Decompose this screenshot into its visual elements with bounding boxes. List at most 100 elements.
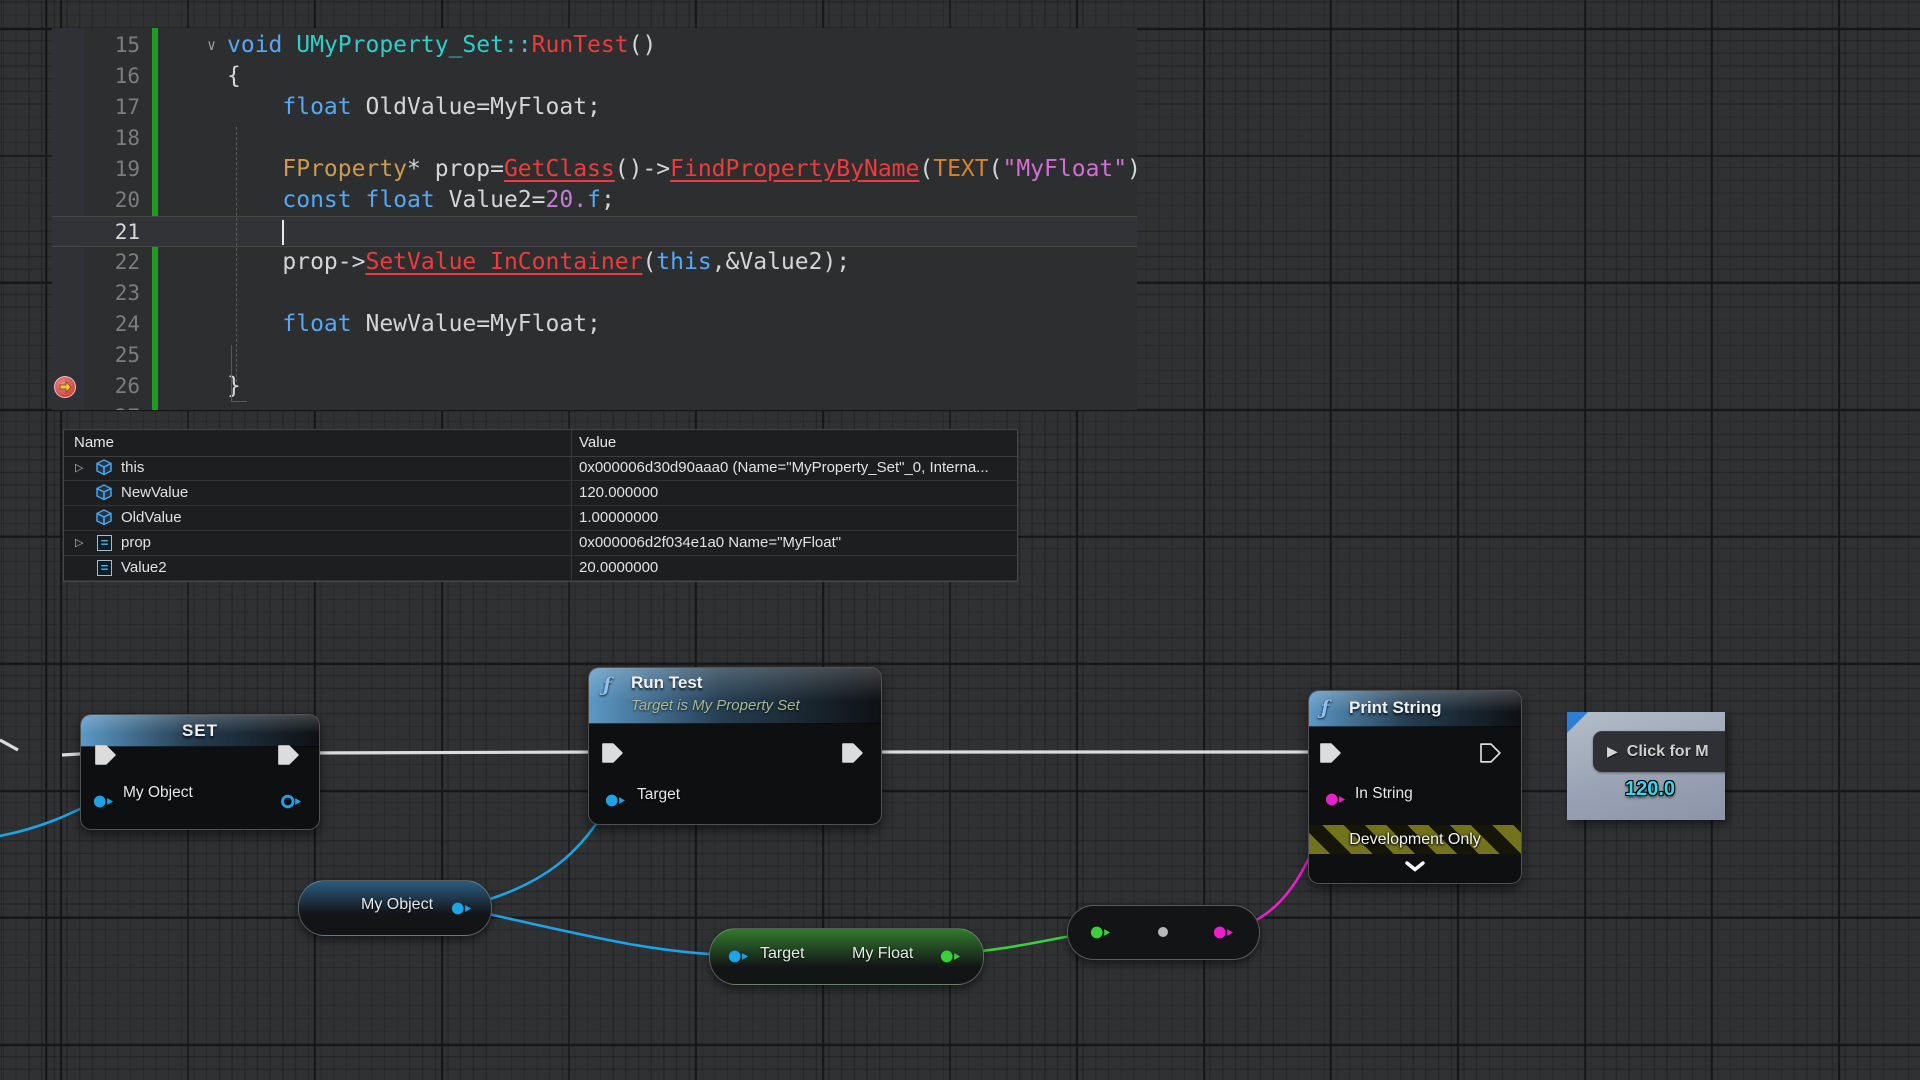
target-input-label: Target [637,786,680,804]
exec-wire-edge-stub [0,740,18,750]
code-line: 20 const float Value2=20.f; [52,185,1137,216]
line-number: 27 [52,402,140,410]
watch-variable-name: NewValue [121,484,188,501]
exec-out-pin[interactable] [277,745,301,765]
debugger-watch-panel[interactable]: Name Value ▷ this 0x000006d30d90aaa0 (Name… [63,429,1018,582]
code-line: 17 float OldValue=MyFloat; [52,92,1137,123]
value-equals-icon: = [97,560,112,576]
exec-out-pin[interactable] [841,743,865,763]
my-object-output-pin[interactable] [449,900,475,917]
debug-watch-value: 120.0 [1625,778,1675,801]
watch-variable-name: this [121,459,144,476]
code-line: 27 [52,402,1137,410]
my-object-input-label: My Object [123,784,193,802]
code-text: FProperty* prop=GetClass()->FindProperty… [227,154,1137,185]
string-output-pin[interactable] [1211,924,1237,941]
watch-variable-name: OldValue [121,509,182,526]
watch-variable-value: 1.00000000 [579,509,658,526]
code-text: const float Value2=20.f; [227,185,615,216]
development-only-banner: Development Only [1309,825,1521,854]
target-input-pin[interactable] [603,792,629,809]
click-for-more-label: Click for M [1627,743,1709,761]
line-number: 22 [52,247,140,278]
line-number: 23 [52,278,140,309]
run-test-subtitle: Target is My Property Set [631,697,800,714]
ellipsis-dot-icon [1158,927,1168,937]
code-line: 25 [52,340,1137,371]
execution-pointer-icon[interactable] [54,376,76,398]
expander-icon[interactable]: ▷ [75,461,83,474]
float-input-pin[interactable] [1088,924,1114,941]
code-text: prop->SetValue_InContainer(this,&Value2)… [227,247,850,278]
code-line: 23 [52,278,1137,309]
my-float-output-pin[interactable] [938,948,964,965]
set-node-header: SET [81,715,319,747]
watch-row[interactable]: NewValue 120.000000 [64,481,1017,506]
run-test-node[interactable]: ƒ Run Test Target is My Property Set Tar… [588,667,882,825]
code-line: 16{ [52,61,1137,92]
debug-value-popup[interactable]: ▶ Click for M 120.0 [1567,712,1725,820]
code-line: 26} [52,371,1137,402]
watch-row[interactable]: ▷=prop0x000006d2f034e1a0 Name="MyFloat" [64,531,1017,556]
my-float-output-label: My Float [852,945,913,963]
code-text: ∨void UMyProperty_Set::RunTest() [227,30,656,63]
code-text: float NewValue=MyFloat; [227,309,601,340]
watch-column-value[interactable]: Value [579,434,616,451]
object-cube-icon [95,484,113,505]
my-object-getter-label: My Object [361,896,433,914]
target-input-pin[interactable] [726,948,752,965]
code-editor-panel[interactable]: 15∨void UMyProperty_Set::RunTest()16{17 … [52,28,1137,410]
line-number: 24 [52,309,140,340]
exec-in-pin[interactable] [1319,743,1343,763]
object-wire-myobject-to-myfloat [466,909,734,955]
my-object-getter-node[interactable]: My Object [298,880,492,936]
in-string-input-label: In String [1355,785,1413,803]
expander-icon[interactable]: ▷ [75,536,83,549]
float-to-string-convert-node[interactable] [1067,905,1260,960]
line-number: 25 [52,340,140,371]
object-cube-icon [95,459,113,480]
target-input-label: Target [760,945,804,963]
my-object-input-pin[interactable] [91,793,117,810]
blueprint-graph-canvas[interactable]: SET My Object ƒ Run Test Target is My Pr… [0,0,1920,1080]
watch-row[interactable]: OldValue 1.00000000 [64,506,1017,531]
code-line: 19 FProperty* prop=GetClass()->FindPrope… [52,154,1137,185]
value-equals-icon: = [97,535,112,551]
line-number: 18 [52,123,140,154]
exec-out-pin[interactable] [1479,743,1503,763]
line-number: 16 [52,61,140,92]
click-for-more-button[interactable]: ▶ Click for M [1593,731,1725,772]
watch-variable-value: 0x000006d30d90aaa0 (Name="MyProperty_Set… [579,459,989,476]
exec-in-pin[interactable] [601,743,625,763]
print-string-title: Print String [1349,698,1442,718]
set-node[interactable]: SET My Object [80,714,320,830]
exec-wire-set-to-runtest [296,752,604,753]
watch-row[interactable]: ▷ this 0x000006d30d90aaa0 (Name="MyPropert… [64,456,1017,481]
watch-variable-name: Value2 [121,559,167,576]
code-line: 22 prop->SetValue_InContainer(this,&Valu… [52,247,1137,278]
code-line: 24 float NewValue=MyFloat; [52,309,1137,340]
watch-variable-value: 20.0000000 [579,559,658,576]
my-object-output-pin[interactable] [279,793,305,810]
function-icon: ƒ [603,674,611,696]
line-number: 19 [52,154,140,185]
watch-variable-value: 120.000000 [579,484,658,501]
scope-end-guide [231,345,247,402]
in-string-input-pin[interactable] [1323,791,1349,808]
watch-row[interactable]: = Value2 20.0000000 [64,556,1017,581]
set-node-title: SET [81,715,319,747]
collapse-chevron-icon[interactable] [1405,861,1425,872]
watch-header-row: Name Value [64,430,1017,457]
watch-column-name[interactable]: Name [74,434,114,451]
function-icon: ƒ [1321,697,1329,719]
line-number: 20 [52,185,140,216]
line-number: 21 [52,217,140,248]
my-float-getter-node[interactable]: Target My Float [709,928,984,985]
watch-variable-name: prop [121,534,151,551]
exec-in-pin[interactable] [94,745,118,765]
play-icon: ▶ [1607,743,1618,760]
print-string-node[interactable]: ƒ Print String In String Development Onl… [1308,690,1522,884]
run-test-title: Run Test [631,673,702,693]
corner-fold-icon [1567,712,1588,733]
text-cursor [282,220,284,245]
